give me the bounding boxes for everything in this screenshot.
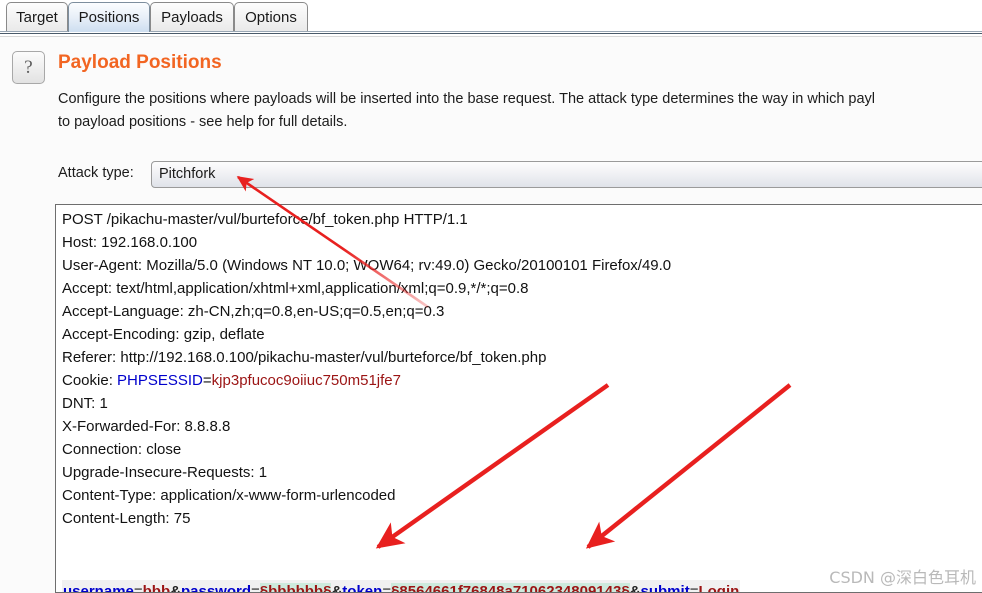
request-line: Accept-Encoding: gzip, deflate xyxy=(62,326,265,343)
request-headers: POST /pikachu-master/vul/burteforce/bf_t… xyxy=(62,208,671,530)
positions-panel: ? Payload Positions Configure the positi… xyxy=(0,36,982,593)
cookie-equals: = xyxy=(202,372,212,389)
request-editor[interactable]: POST /pikachu-master/vul/burteforce/bf_t… xyxy=(55,204,982,593)
request-line: POST /pikachu-master/vul/burteforce/bf_t… xyxy=(62,211,468,228)
description-line-1: Configure the positions where payloads w… xyxy=(58,91,876,107)
cookie-key: PHPSESSID xyxy=(117,372,203,389)
tab-bar: Target Positions Payloads Options xyxy=(0,0,982,34)
tab-target[interactable]: Target xyxy=(6,2,68,32)
request-line: Accept: text/html,application/xhtml+xml,… xyxy=(62,280,529,297)
request-body-line: username=bbb&password=§bbbbbb§&token=§85… xyxy=(62,580,741,592)
page-title: Payload Positions xyxy=(58,52,222,73)
request-line: Content-Length: 75 xyxy=(62,510,191,527)
cookie-value: kjp3pfucoc9oiiuc750m51jfe7 xyxy=(211,372,401,389)
tab-options[interactable]: Options xyxy=(234,2,308,32)
request-line: Content-Type: application/x-www-form-url… xyxy=(62,487,396,504)
watermark: CSDN @深白色耳机 xyxy=(829,568,976,587)
attack-type-dropdown[interactable]: Pitchfork xyxy=(151,161,982,188)
description-line-2: to payload positions - see help for full… xyxy=(58,114,348,130)
panel-description: Configure the positions where payloads w… xyxy=(58,88,982,134)
request-line-cookie: Cookie: PHPSESSID=kjp3pfucoc9oiiuc750m51… xyxy=(62,369,671,392)
tab-payloads[interactable]: Payloads xyxy=(150,2,234,32)
request-line: Accept-Language: zh-CN,zh;q=0.8,en-US;q=… xyxy=(62,303,445,320)
attack-type-label: Attack type: xyxy=(58,165,134,181)
request-line: Upgrade-Insecure-Requests: 1 xyxy=(62,464,268,481)
cookie-prefix: Cookie: xyxy=(62,372,118,389)
request-line: Referer: http://192.168.0.100/pikachu-ma… xyxy=(62,349,547,366)
help-icon[interactable]: ? xyxy=(12,51,45,84)
request-line: User-Agent: Mozilla/5.0 (Windows NT 10.0… xyxy=(62,257,672,274)
request-line: Connection: close xyxy=(62,441,182,458)
request-line: X-Forwarded-For: 8.8.8.8 xyxy=(62,418,231,435)
tab-positions[interactable]: Positions xyxy=(68,2,150,32)
request-line: DNT: 1 xyxy=(62,395,108,412)
request-line: Host: 192.168.0.100 xyxy=(62,234,198,251)
